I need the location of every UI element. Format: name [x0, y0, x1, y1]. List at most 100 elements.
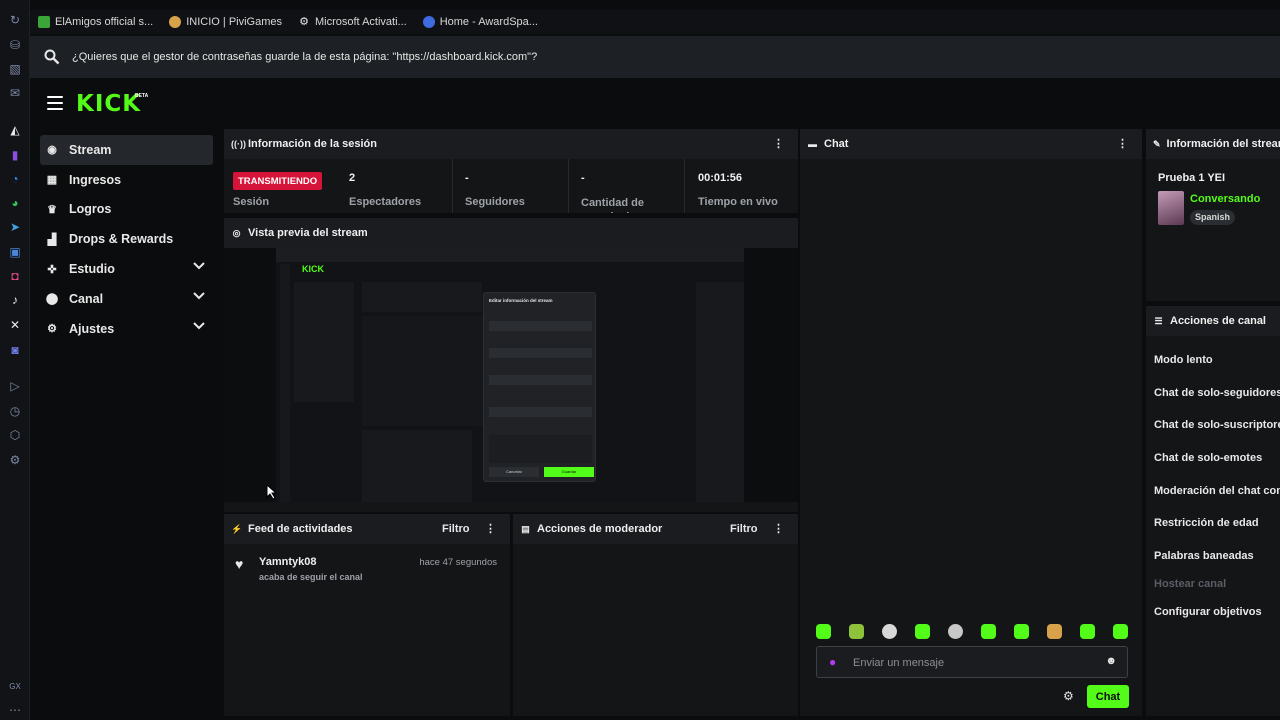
activity-feed-panel: ⚡ Feed de actividades Filtro ⋮ ♥ Yamntyk… — [224, 514, 510, 716]
sidebar-item-estudio[interactable]: ✜ Estudio — [40, 254, 213, 284]
sidebar-item-drops-rewards[interactable]: ▟ Drops & Rewards — [40, 224, 213, 254]
chat-bubble-icon: ▬ — [808, 139, 817, 149]
action-banned-words[interactable]: Palabras baneadas — [1154, 550, 1254, 562]
session-info-panel: ((·)) Información de la sesión ⋮ TRANSMI… — [224, 129, 798, 213]
emote-button[interactable] — [1113, 624, 1128, 639]
emote-button[interactable] — [948, 624, 963, 639]
bookmark-item[interactable]: Home - AwardSpa... — [422, 16, 538, 28]
studio-icon: ✜ — [47, 263, 57, 276]
menu-icon[interactable] — [47, 96, 63, 110]
panel-header: ((·)) Información de la sesión ⋮ — [224, 129, 798, 159]
sidebar-item-ingresos[interactable]: ▦ Ingresos — [40, 165, 213, 195]
more-options-icon[interactable]: ⋮ — [773, 522, 784, 535]
emote-button[interactable] — [915, 624, 930, 639]
stream-video-preview[interactable]: KICK Editar información del stream Cance… — [224, 248, 798, 502]
more-icon[interactable]: ⋯ — [7, 702, 23, 718]
action-followers-only[interactable]: Chat de solo-seguidores — [1154, 387, 1280, 399]
action-slow-mode[interactable]: Modo lento — [1154, 354, 1213, 366]
bookmark-item[interactable]: ElAmigos official s... — [38, 16, 153, 28]
preview-modal: Editar información del stream Cancelar G… — [483, 292, 596, 482]
refresh-icon[interactable]: ↻ — [7, 12, 23, 28]
activity-user[interactable]: Yamntyk08 — [259, 556, 316, 568]
kick-logo[interactable]: KICK — [76, 91, 141, 117]
emote-button[interactable] — [1014, 624, 1029, 639]
sidebar-item-ajustes[interactable]: ⚙ Ajustes — [40, 314, 213, 344]
sidebar-item-logros[interactable]: ♛ Logros — [40, 195, 213, 225]
gx-icon[interactable]: GX — [7, 678, 23, 694]
bookmark-favicon-icon — [422, 16, 435, 28]
emote-bar — [816, 624, 1128, 639]
action-ai-moderation[interactable]: Moderación del chat con IA — [1154, 485, 1280, 497]
history-icon[interactable]: ◷ — [7, 403, 23, 419]
list-icon: ☰ — [1154, 315, 1163, 326]
mail-icon[interactable]: ✉ — [7, 85, 23, 101]
wrench-icon: ✎ — [1153, 138, 1161, 149]
panel-header: ✎ Información del stream — [1146, 129, 1280, 159]
camera-icon: ◎ — [232, 227, 241, 238]
stream-preview-panel: ◎ Vista previa del stream KICK Editar in… — [224, 218, 798, 512]
sidebar-item-canal[interactable]: ⬤ Canal — [40, 284, 213, 314]
filter-button[interactable]: Filtro — [730, 523, 758, 535]
emote-button[interactable] — [816, 624, 831, 639]
bookmark-favicon-icon — [38, 16, 50, 28]
shopping-icon[interactable]: ⛁ — [7, 37, 23, 53]
category-thumbnail — [1158, 191, 1184, 225]
settings-strip-icon[interactable]: ⚙ — [7, 452, 23, 468]
chevron-down-icon[interactable] — [193, 322, 205, 330]
emote-button[interactable] — [1047, 624, 1062, 639]
twitch-icon[interactable]: ▧ — [7, 61, 23, 77]
emote-button[interactable] — [882, 624, 897, 639]
emote-button[interactable] — [849, 624, 864, 639]
whatsapp-icon[interactable]: ◕ — [7, 195, 23, 211]
key-search-icon — [44, 49, 60, 65]
activity-time: hace 47 segundos — [419, 557, 497, 568]
stream-title: Prueba 1 YEI — [1158, 172, 1226, 184]
more-options-icon[interactable]: ⋮ — [773, 137, 784, 150]
chat-settings-icon[interactable]: ⚙ — [1063, 689, 1074, 703]
bookmark-item[interactable]: ⚙ Microsoft Activati... — [298, 16, 407, 28]
messenger-icon[interactable]: ◔ — [7, 171, 23, 187]
action-age-restriction[interactable]: Restricción de edad — [1154, 517, 1259, 529]
action-subscribers-only[interactable]: Chat de solo-suscriptores — [1154, 419, 1280, 431]
telegram-icon[interactable]: ➤ — [7, 219, 23, 235]
moderator-icon: ▤ — [521, 523, 530, 534]
chat-message-input[interactable]: ● Enviar un mensaje ☻ — [816, 646, 1128, 678]
drops-icon: ▟ — [47, 233, 57, 246]
stream-category[interactable]: Conversando — [1190, 193, 1260, 205]
bookmarks-bar: ElAmigos official s... INICIO | PiviGame… — [30, 10, 1280, 34]
chat-input-placeholder: Enviar un mensaje — [853, 657, 945, 669]
followers-stat: - Seguidores — [453, 159, 569, 213]
trophy-icon: ♛ — [47, 203, 57, 216]
action-host-channel: Hostear canal — [1154, 578, 1227, 590]
discord-icon[interactable]: ◙ — [7, 342, 23, 358]
settings-icon: ⚙ — [47, 323, 57, 336]
chevron-down-icon[interactable] — [193, 292, 205, 300]
action-configure-goals[interactable]: Configurar objetivos — [1154, 606, 1262, 618]
microphone-icon[interactable]: ● — [829, 655, 836, 669]
filter-button[interactable]: Filtro — [442, 523, 470, 535]
more-options-icon[interactable]: ⋮ — [1117, 137, 1128, 150]
app-header: KICK BETA — [30, 80, 1280, 128]
chevron-down-icon[interactable] — [193, 262, 205, 270]
instagram-icon[interactable]: ◘ — [7, 268, 23, 284]
mouse-cursor-icon — [266, 484, 278, 500]
moderator-actions-panel: ▤ Acciones de moderador Filtro ⋮ — [513, 514, 798, 716]
vk-icon[interactable]: ▣ — [7, 244, 23, 260]
chat-send-button[interactable]: Chat — [1087, 685, 1129, 708]
sidebar-item-stream[interactable]: ◉ Stream — [40, 135, 213, 165]
bookmark-item[interactable]: INICIO | PiviGames — [169, 16, 282, 28]
heart-icon: ♥ — [235, 556, 244, 572]
twitch-purple-icon[interactable]: ▮ — [7, 147, 23, 163]
more-options-icon[interactable]: ⋮ — [485, 522, 496, 535]
panel-header: ⚡ Feed de actividades Filtro ⋮ — [224, 514, 510, 544]
emote-button[interactable] — [981, 624, 996, 639]
x-icon[interactable]: ✕ — [7, 317, 23, 333]
extensions-icon[interactable]: ⬡ — [7, 427, 23, 443]
session-label: Sesión — [233, 196, 270, 208]
kick-icon[interactable]: ◭ — [7, 122, 23, 138]
tiktok-icon[interactable]: ♪ — [7, 292, 23, 308]
player-icon[interactable]: ▷ — [7, 378, 23, 394]
action-emotes-only[interactable]: Chat de solo-emotes — [1154, 452, 1262, 464]
emoji-icon[interactable]: ☻ — [1105, 655, 1117, 667]
emote-button[interactable] — [1080, 624, 1095, 639]
